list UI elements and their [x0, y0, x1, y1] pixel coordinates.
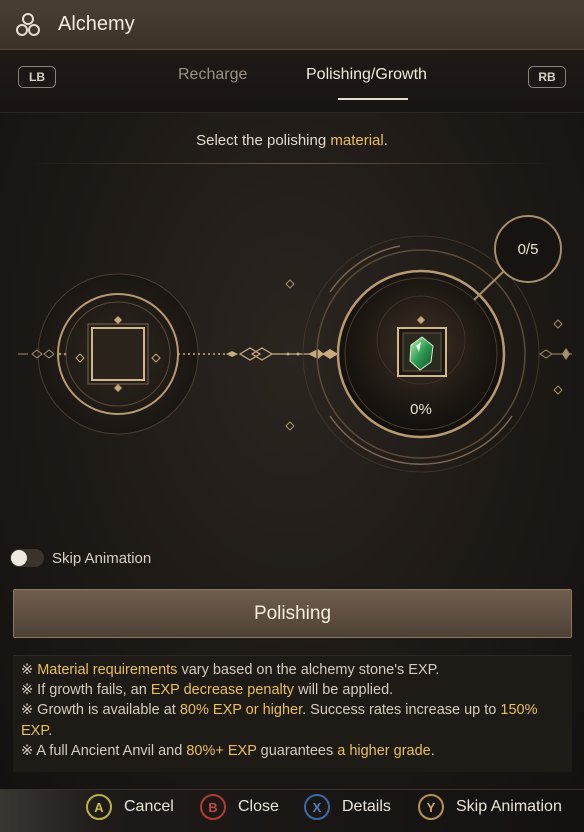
note-line: ※ Growth is available at 80% EXP or high… — [21, 702, 538, 739]
x-button-icon: X — [304, 794, 330, 820]
active-tab-indicator — [338, 98, 408, 100]
note-line: ※ A full Ancient Anvil and 80%+ EXP guar… — [21, 742, 435, 759]
tab-polishing-growth[interactable]: Polishing/Growth — [306, 66, 427, 84]
skip-animation-footer-label: Skip Animation — [456, 798, 562, 815]
instruction-prefix: Select the polishing — [196, 132, 331, 149]
triskelion-icon — [16, 12, 40, 36]
toggle-knob — [11, 550, 27, 566]
close-label: Close — [238, 798, 279, 815]
instruction-text: Select the polishing material. — [0, 132, 584, 149]
progress-percent: 0% — [410, 401, 432, 418]
note-line: ※ If growth fails, an EXP decrease penal… — [21, 682, 394, 699]
details-label: Details — [342, 798, 391, 815]
b-button-icon: B — [200, 794, 226, 820]
instruction-highlight: material — [330, 132, 384, 149]
lb-button[interactable]: LB — [18, 66, 56, 88]
instruction-suffix: . — [383, 132, 388, 149]
source-slot[interactable] — [91, 327, 145, 381]
cancel-label: Cancel — [124, 798, 174, 815]
skip-animation-hint[interactable]: Y Skip Animation — [418, 794, 562, 820]
skip-animation-toggle-row[interactable]: Skip Animation — [10, 549, 151, 567]
tab-bar: LB Recharge Polishing/Growth RB — [0, 51, 584, 113]
notes-panel: ※ Material requirements vary based on th… — [13, 655, 572, 772]
window-title: Alchemy — [58, 13, 135, 35]
note-line: ※ Material requirements vary based on th… — [21, 662, 440, 678]
tab-recharge[interactable]: Recharge — [178, 66, 247, 84]
a-button-icon: A — [86, 794, 112, 820]
details-hint[interactable]: X Details — [304, 794, 391, 820]
title-bar: Alchemy — [0, 0, 584, 50]
polishing-button[interactable]: Polishing — [13, 589, 572, 638]
material-counter: 0/5 — [494, 215, 562, 283]
counter-connector — [473, 269, 506, 301]
close-hint[interactable]: B Close — [200, 794, 279, 820]
divider — [30, 163, 554, 164]
skip-animation-toggle[interactable] — [10, 549, 44, 567]
alchemy-window: Alchemy LB Recharge Polishing/Growth RB … — [0, 0, 584, 790]
rb-button[interactable]: RB — [528, 66, 566, 88]
skip-animation-label: Skip Animation — [52, 549, 152, 567]
y-button-icon: Y — [418, 794, 444, 820]
cancel-hint[interactable]: A Cancel — [86, 794, 174, 820]
